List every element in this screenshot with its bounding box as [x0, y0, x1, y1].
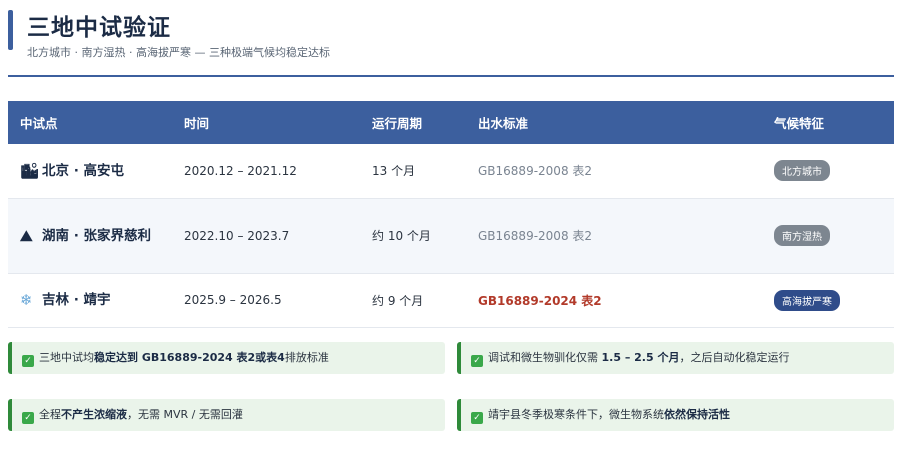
title-accent-bar: [8, 10, 13, 50]
column-header-climate: 气候特征: [762, 101, 894, 144]
climate-badge: 南方湿热: [774, 225, 830, 246]
standard-text: GB16889-2008 表2: [478, 164, 593, 179]
check-icon: ✓: [22, 355, 34, 367]
table-row: ⛰ 湖南 · 张家界慈利 2022.10 – 2023.7 约 10 个月 GB1…: [8, 198, 894, 274]
note-emphasis: 1.5 – 2.5 个月: [601, 351, 680, 364]
site-cell: 🏙 北京 · 高安屯: [8, 144, 172, 199]
note-text: 靖宇县冬季极寒条件下，微生物系统: [488, 408, 664, 421]
note-card: ✓ 三地中试均稳定达到 GB16889-2024 表2或表4排放标准: [8, 342, 445, 374]
site-cell: ❄ 吉林 · 靖宇: [8, 273, 172, 328]
note-text: 三地中试均: [39, 351, 94, 364]
column-header-standard: 出水标准: [466, 101, 762, 144]
header-divider: [8, 75, 894, 77]
site-name: 吉林 · 靖宇: [42, 292, 111, 308]
climate-badge: 高海拔严寒: [774, 289, 840, 311]
standard-cell: GB16889-2024 表2: [466, 273, 762, 328]
time-cell: 2022.10 – 2023.7: [172, 198, 360, 274]
note-text: ，无需 MVR / 无需回灌: [127, 408, 243, 421]
header: 三地中试验证 北方城市 · 南方湿热 · 高海拔严寒 — 三种极端气候均稳定达标: [8, 6, 894, 76]
time-cell: 2020.12 – 2021.12: [172, 144, 360, 199]
city-building-icon: 🏙: [20, 161, 40, 180]
note-text: 全程: [39, 408, 61, 421]
snowflake-icon: ❄: [20, 291, 33, 309]
page-title: 三地中试验证: [27, 15, 171, 41]
column-header-period: 运行周期: [360, 101, 466, 144]
note-card: ✓ 靖宇县冬季极寒条件下，微生物系统依然保持活性: [457, 399, 894, 431]
period-cell: 约 9 个月: [360, 273, 466, 328]
page-subtitle: 北方城市 · 南方湿热 · 高海拔严寒 — 三种极端气候均稳定达标: [27, 46, 330, 59]
note-emphasis: 依然保持活性: [664, 408, 730, 421]
note-card: ✓ 全程不产生浓缩液，无需 MVR / 无需回灌: [8, 399, 445, 431]
table-header-row: 中试点 时间 运行周期 出水标准 气候特征: [8, 101, 894, 144]
climate-badge: 北方城市: [774, 160, 830, 182]
note-text: ，之后自动化稳定运行: [679, 351, 790, 364]
time-cell: 2025.9 – 2026.5: [172, 273, 360, 328]
site-name: 湖南 · 张家界慈利: [42, 227, 152, 244]
column-header-time: 时间: [172, 101, 360, 144]
pilot-sites-table: 中试点 时间 运行周期 出水标准 气候特征 🏙 北京 · 高安屯 2020.12 …: [8, 101, 894, 328]
standard-text-highlight: GB16889-2024 表2: [478, 293, 602, 308]
note-card: ✓ 调试和微生物驯化仅需 1.5 – 2.5 个月，之后自动化稳定运行: [457, 342, 894, 374]
table-row: ❄ 吉林 · 靖宇 2025.9 – 2026.5 约 9 个月 GB16889-…: [8, 273, 894, 328]
check-icon: ✓: [471, 355, 483, 367]
site-cell: ⛰ 湖南 · 张家界慈利: [8, 198, 172, 274]
standard-cell: GB16889-2008 表2: [466, 198, 762, 274]
note-text: 排放标准: [284, 351, 329, 364]
site-name: 北京 · 高安屯: [42, 162, 125, 179]
period-cell: 13 个月: [360, 144, 466, 199]
table-row: 🏙 北京 · 高安屯 2020.12 – 2021.12 13 个月 GB1688…: [8, 144, 894, 199]
standard-text: GB16889-2008 表2: [478, 229, 593, 243]
climate-cell: 高海拔严寒: [762, 273, 894, 328]
check-icon: ✓: [471, 412, 483, 424]
standard-cell: GB16889-2008 表2: [466, 144, 762, 199]
period-cell: 约 10 个月: [360, 198, 466, 274]
climate-cell: 北方城市: [762, 144, 894, 199]
note-emphasis: 不产生浓缩液: [61, 408, 127, 421]
mountain-icon: ⛰: [20, 226, 33, 245]
check-icon: ✓: [22, 412, 34, 424]
climate-cell: 南方湿热: [762, 198, 894, 274]
note-emphasis: 稳定达到 GB16889-2024 表2或表4: [94, 351, 285, 364]
note-text: 调试和微生物驯化仅需: [488, 351, 602, 364]
column-header-site: 中试点: [8, 101, 172, 144]
